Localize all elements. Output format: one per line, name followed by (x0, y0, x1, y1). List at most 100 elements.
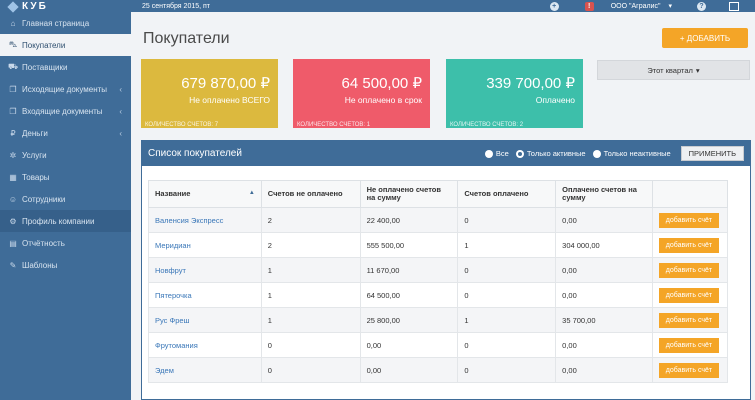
unpaid-sum-cell: 0,00 (359, 332, 459, 358)
sidebar-item-label: Покупатели (22, 40, 66, 50)
column-header-unpaid-count[interactable]: Счетов не оплачено (260, 180, 361, 208)
add-invoice-button[interactable]: добавить счёт (658, 262, 719, 278)
customer-name-link[interactable]: Пятерочка (148, 282, 262, 308)
paid-count-cell: 0 (457, 332, 557, 358)
sidebar-item-incoming-docs[interactable]: ❐ Входящие документы ‹ (0, 100, 131, 122)
table-header-row: Название ▲ Счетов не оплачено Не оплачен… (148, 180, 729, 208)
overdue-card: 64 500,00 ₽ Не оплачено в срок КОЛИЧЕСТВ… (293, 59, 430, 128)
panel-header: Список покупателей Все Только активные Т… (142, 141, 750, 166)
current-date: 25 сентября 2015, пт (142, 2, 211, 10)
sidebar-item-label: Сотрудники (22, 194, 66, 204)
status-filter: Все Только активные Только неактивные ПР… (478, 146, 750, 161)
filter-all-label[interactable]: Все (496, 149, 509, 158)
paid-sum-cell: 35 700,00 (555, 307, 653, 333)
box-icon: ▦ (9, 172, 17, 182)
sidebar-item-label: Входящие документы (22, 106, 103, 116)
card-invoice-count: КОЛИЧЕСТВО СЧЕТОВ: 1 (297, 122, 371, 128)
customer-name-link[interactable]: Меридиан (148, 232, 262, 258)
sidebar-item-label: Исходящие документы (22, 84, 108, 94)
unpaid-count-cell: 2 (260, 232, 361, 258)
add-invoice-button[interactable]: добавить счёт (658, 212, 719, 228)
customer-name-link[interactable]: Эдем (148, 357, 262, 383)
period-label: Этот квартал (647, 65, 693, 75)
sidebar-item-label: Профиль компании (22, 216, 95, 226)
apply-button[interactable]: ПРИМЕНИТЬ (680, 146, 744, 161)
add-invoice-button[interactable]: добавить счёт (658, 312, 719, 328)
sidebar-item-label: Товары (22, 172, 50, 182)
filter-inactive-radio[interactable] (592, 149, 601, 158)
sidebar-item-money[interactable]: ₽ Деньги ‹ (0, 122, 131, 144)
customer-name-link[interactable]: Валенсия Экспресс (148, 207, 262, 233)
paid-sum-cell: 0,00 (555, 357, 653, 383)
unpaid-count-cell: 2 (260, 207, 361, 233)
unpaid-sum-cell: 555 500,00 (359, 232, 459, 258)
truck-icon: ⛟ (7, 62, 19, 71)
paid-count-cell: 1 (457, 232, 557, 258)
logout-icon[interactable] (729, 1, 739, 11)
table-row: Фрутомания 0 0,00 0 0,00 добавить счёт (148, 332, 729, 358)
company-selector[interactable]: ООО "Агралис" (611, 3, 661, 10)
add-invoice-button[interactable]: добавить счёт (658, 287, 719, 303)
sidebar-item-reports[interactable]: ▤ Отчётность (0, 232, 131, 254)
sidebar-item-label: Поставщики (22, 62, 68, 72)
topbar-actions: + ! ООО "Агралис" ▾ ? (537, 1, 755, 11)
panel-title: Список покупателей (148, 148, 242, 159)
add-invoice-button[interactable]: добавить счёт (658, 237, 719, 253)
unpaid-count-cell: 1 (260, 257, 361, 283)
card-invoice-count: КОЛИЧЕСТВО СЧЕТОВ: 7 (145, 122, 219, 128)
cart-icon: ⛍ (8, 40, 18, 49)
logo-text: КУБ (22, 1, 48, 12)
sidebar-item-suppliers[interactable]: ⛟ Поставщики (0, 56, 131, 78)
unpaid-sum-cell: 0,00 (359, 357, 459, 383)
sidebar-item-customers[interactable]: ⛍ Покупатели (0, 34, 131, 56)
filter-active-radio[interactable] (515, 149, 524, 158)
card-label: Оплачено (535, 95, 575, 105)
unpaid-sum-cell: 64 500,00 (359, 282, 459, 308)
unpaid-sum-cell: 22 400,00 (359, 207, 459, 233)
unpaid-sum-cell: 11 670,00 (359, 257, 459, 283)
sidebar-item-services[interactable]: ✲ Услуги (0, 144, 131, 166)
filter-all-radio[interactable] (484, 149, 493, 158)
customer-name-link[interactable]: Фрутомания (148, 332, 262, 358)
column-header-name[interactable]: Название ▲ (148, 180, 262, 208)
column-header-unpaid-sum[interactable]: Не оплачено счетов на сумму (359, 180, 459, 208)
page-title: Покупатели (143, 30, 230, 47)
add-circle-icon[interactable]: + (549, 1, 559, 11)
home-icon: ⌂ (10, 19, 16, 28)
notifications-icon[interactable]: ! (584, 1, 594, 11)
card-amount: 679 870,00 ₽ (181, 75, 270, 92)
chevron-down-icon[interactable]: ▾ (668, 2, 672, 10)
main-content: Покупатели + ДОБАВИТЬ 679 870,00 ₽ Не оп… (131, 12, 755, 400)
add-customer-button[interactable]: + ДОБАВИТЬ (662, 28, 748, 48)
sidebar-item-label: Услуги (22, 150, 47, 160)
filter-active-label[interactable]: Только активные (527, 149, 586, 158)
customer-name-link[interactable]: Новфрут (148, 257, 262, 283)
unpaid-count-cell: 1 (260, 282, 361, 308)
paid-count-cell: 1 (457, 307, 557, 333)
help-icon[interactable]: ? (697, 1, 706, 11)
sort-asc-icon[interactable]: ▲ (249, 190, 255, 197)
sidebar-item-employees[interactable]: ☺ Сотрудники (0, 188, 131, 210)
table-row: Новфрут 1 11 670,00 0 0,00 добавить счёт (148, 257, 729, 283)
add-invoice-button[interactable]: добавить счёт (658, 337, 719, 353)
add-invoice-button[interactable]: добавить счёт (658, 362, 719, 378)
filter-inactive-label[interactable]: Только неактивные (604, 149, 671, 158)
sidebar-item-company-profile[interactable]: ⚙ Профиль компании (0, 210, 131, 232)
period-select[interactable]: Этот квартал ▾ (597, 60, 750, 80)
topbar: 25 сентября 2015, пт + ! ООО "Агралис" ▾… (131, 0, 755, 12)
card-amount: 64 500,00 ₽ (341, 75, 422, 92)
sidebar-item-home[interactable]: ⌂ Главная страница (0, 13, 131, 34)
customer-name-link[interactable]: Рус Фреш (148, 307, 262, 333)
sidebar-item-outgoing-docs[interactable]: ❐ Исходящие документы ‹ (0, 78, 131, 100)
actions-cell: добавить счёт (651, 282, 729, 308)
sidebar-item-goods[interactable]: ▦ Товары (0, 166, 131, 188)
tools-icon: ✲ (9, 150, 17, 160)
logo[interactable]: КУБ (0, 0, 131, 13)
table-row: Пятерочка 1 64 500,00 0 0,00 добавить сч… (148, 282, 729, 308)
report-icon: ▤ (9, 238, 17, 248)
sidebar-item-templates[interactable]: ✎ Шаблоны (0, 254, 131, 276)
column-header-paid-count[interactable]: Счетов оплачено (457, 180, 557, 208)
documents-out-icon: ❐ (9, 84, 17, 94)
customers-panel: Список покупателей Все Только активные Т… (141, 140, 751, 400)
column-header-paid-sum[interactable]: Оплачено счетов на сумму (555, 180, 653, 208)
